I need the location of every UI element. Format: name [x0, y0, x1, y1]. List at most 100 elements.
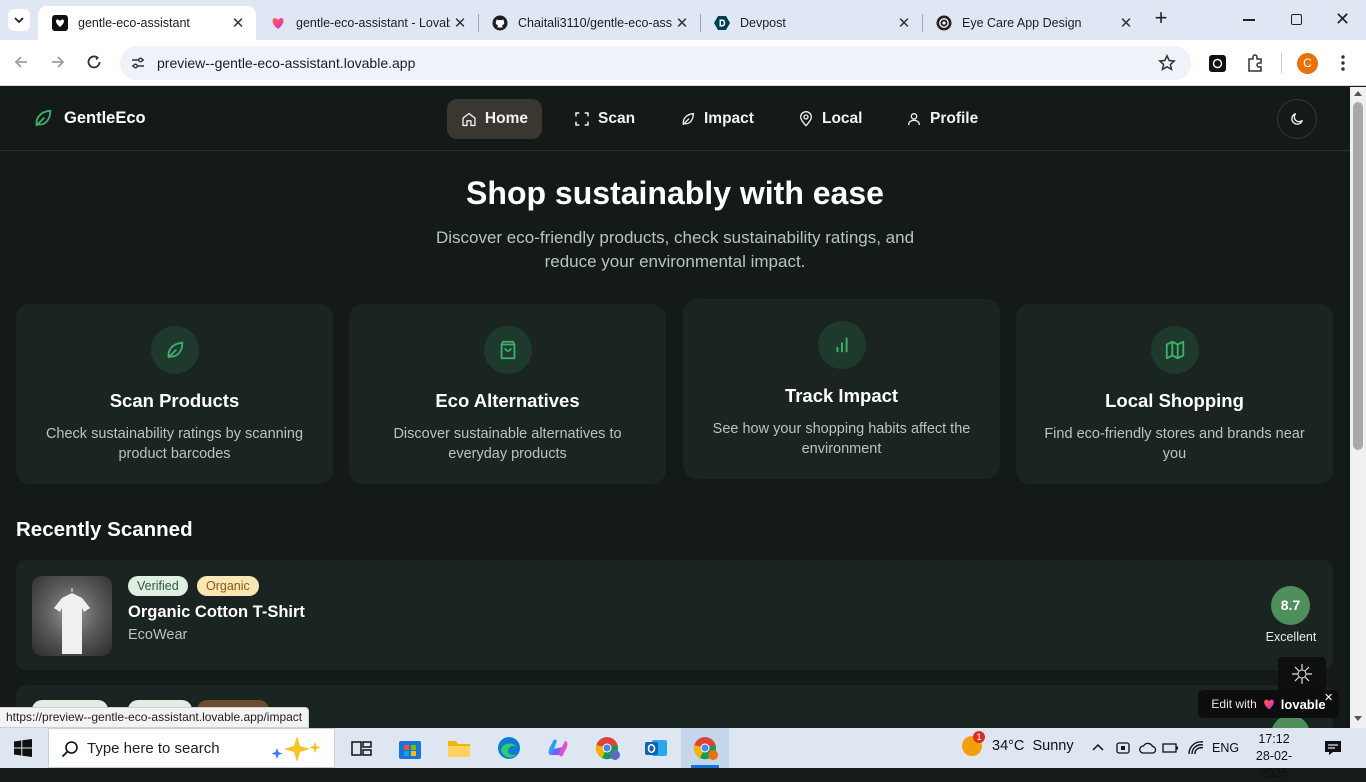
browser-tab[interactable]: gentle-eco-assistant - Lovab ✕	[256, 6, 478, 40]
user-icon	[908, 113, 920, 126]
copilot-app-icon[interactable]	[545, 735, 571, 761]
close-icon[interactable]: ✕	[1116, 14, 1136, 32]
arrow-right-icon	[52, 56, 65, 68]
close-icon[interactable]: ✕	[894, 14, 914, 32]
scrollbar-thumb[interactable]	[1353, 102, 1363, 450]
edit-with-lovable-button[interactable]: Edit with lovable	[1198, 690, 1339, 718]
minimize-button[interactable]	[1243, 19, 1255, 21]
site-info-icon[interactable]	[130, 55, 146, 76]
page-scrollbar[interactable]	[1350, 87, 1366, 728]
browser-tab[interactable]: Chaitali3110/gentle-eco-ass ✕	[478, 6, 700, 40]
start-button[interactable]	[14, 739, 32, 762]
weather-badge: 1	[973, 731, 985, 743]
bookmark-star-icon[interactable]	[1158, 54, 1176, 77]
status-url-bar: https://preview--gentle-eco-assistant.lo…	[0, 707, 310, 728]
tab-title: gentle-eco-assistant	[78, 16, 190, 30]
reload-button[interactable]	[85, 53, 103, 76]
overlay-logo	[1278, 657, 1326, 691]
browser-menu-icon[interactable]	[1339, 53, 1347, 73]
clock-time: 17:12	[1258, 732, 1290, 746]
feature-description-line: See how your shopping habits affect the	[712, 421, 971, 437]
language-indicator[interactable]: ENG	[1212, 741, 1239, 755]
url-text: preview--gentle-eco-assistant.lovable.ap…	[157, 55, 416, 71]
feature-description-line: Discover sustainable alternatives to	[393, 426, 622, 442]
feature-description-line: product barcodes	[118, 446, 231, 462]
product-name: Organic Cotton T-Shirt	[128, 603, 305, 621]
close-window-button[interactable]: ✕	[1335, 9, 1350, 30]
restore-button[interactable]	[1291, 14, 1302, 25]
bar-chart-icon	[818, 321, 866, 369]
lovable-favicon-white	[52, 15, 68, 31]
profile-avatar[interactable]: C	[1297, 53, 1318, 74]
copilot-sparkle-icon	[271, 736, 321, 762]
new-tab-button[interactable]: +	[1150, 7, 1172, 30]
moon-icon	[1291, 113, 1303, 125]
forward-button[interactable]	[49, 53, 67, 76]
show-hidden-icons-chevron[interactable]	[1091, 741, 1105, 760]
close-lovable-badge-icon[interactable]: ✕	[1324, 691, 1333, 704]
brand-logo[interactable]: GentleEco	[32, 107, 146, 129]
battery-plug-icon[interactable]	[1162, 740, 1180, 761]
clock-date: 28-02-2025	[1255, 749, 1293, 780]
nav-scan[interactable]: Scan	[560, 99, 649, 139]
feature-description-line: environment	[801, 441, 882, 457]
feature-card-impact[interactable]: Track Impact See how your shopping habit…	[683, 299, 1000, 479]
hero-subtitle: Discover eco-friendly products, check su…	[0, 226, 1350, 274]
taskbar-search-placeholder: Type here to search	[87, 740, 220, 757]
nav-profile[interactable]: Profile	[892, 99, 992, 139]
home-icon	[462, 112, 476, 126]
theme-toggle-button[interactable]	[1277, 99, 1317, 139]
onedrive-cloud-icon[interactable]	[1139, 740, 1157, 761]
feature-title: Track Impact	[784, 385, 899, 406]
nav-scan-label: Scan	[598, 110, 636, 127]
product-list-item[interactable]: Verified Organic Organic Cotton T-Shirt …	[16, 560, 1333, 670]
map-pin-icon	[799, 111, 813, 127]
address-bar[interactable]: preview--gentle-eco-assistant.lovable.ap…	[120, 46, 1191, 80]
scrollbar-down-arrow[interactable]	[1354, 716, 1362, 721]
nav-local[interactable]: Local	[784, 99, 876, 139]
chrome-profile-icon[interactable]	[594, 735, 620, 761]
nav-impact[interactable]: Impact	[666, 99, 768, 139]
feature-card-local[interactable]: Local Shopping Find eco-friendly stores …	[1016, 304, 1333, 484]
sustainability-score: 8.7	[1271, 586, 1310, 625]
feature-card-alternatives[interactable]: Eco Alternatives Discover sustainable al…	[349, 304, 666, 484]
extension-icon[interactable]	[1209, 55, 1226, 72]
taskbar-search-box[interactable]: Type here to search	[48, 728, 335, 768]
extensions-puzzle-icon[interactable]	[1245, 53, 1265, 78]
devpost-icon	[714, 15, 730, 31]
file-explorer-icon[interactable]	[446, 735, 472, 761]
browser-tab[interactable]: Eye Care App Design ✕	[922, 6, 1144, 40]
tab-title: Chaitali3110/gentle-eco-ass	[518, 16, 672, 30]
outlook-icon[interactable]	[643, 735, 669, 761]
task-view-icon[interactable]	[348, 735, 374, 761]
feature-description-line: Find eco-friendly stores and brands near	[1044, 426, 1305, 442]
product-brand: EcoWear	[128, 627, 188, 643]
weather-widget[interactable]: 1 34°C Sunny	[962, 731, 1074, 756]
tab-title: gentle-eco-assistant - Lovab	[296, 16, 450, 30]
wifi-icon[interactable]	[1187, 740, 1205, 761]
back-button[interactable]	[12, 53, 30, 76]
browser-tab-active[interactable]: gentle-eco-assistant ✕	[38, 6, 256, 40]
reload-icon	[87, 55, 101, 69]
toolbar-divider	[1281, 53, 1282, 73]
notifications-icon[interactable]	[1324, 739, 1342, 762]
browser-tab[interactable]: Devpost ✕	[700, 6, 922, 40]
tray-app-icon[interactable]	[1115, 740, 1131, 761]
edge-browser-icon[interactable]	[496, 735, 522, 761]
close-icon[interactable]: ✕	[450, 14, 470, 32]
scrollbar-up-arrow[interactable]	[1354, 91, 1362, 96]
close-icon[interactable]: ✕	[228, 14, 248, 32]
brand-name: GentleEco	[64, 108, 146, 127]
feature-title: Eco Alternatives	[435, 390, 580, 411]
close-icon[interactable]: ✕	[672, 14, 692, 32]
chrome-taskbar-active[interactable]	[681, 728, 729, 768]
clock[interactable]: 17:12 28-02-2025	[1244, 731, 1304, 782]
hero-subtitle-line: Discover eco-friendly products, check su…	[435, 228, 915, 247]
feature-description: Check sustainability ratings by scanning…	[36, 424, 313, 464]
tab-title: Eye Care App Design	[962, 16, 1082, 30]
tab-search-dropdown-button[interactable]	[8, 9, 30, 31]
microsoft-store-icon[interactable]	[397, 735, 423, 761]
nav-local-label: Local	[822, 110, 863, 127]
nav-home[interactable]: Home	[447, 99, 542, 139]
feature-card-scan[interactable]: Scan Products Check sustainability ratin…	[16, 304, 333, 484]
